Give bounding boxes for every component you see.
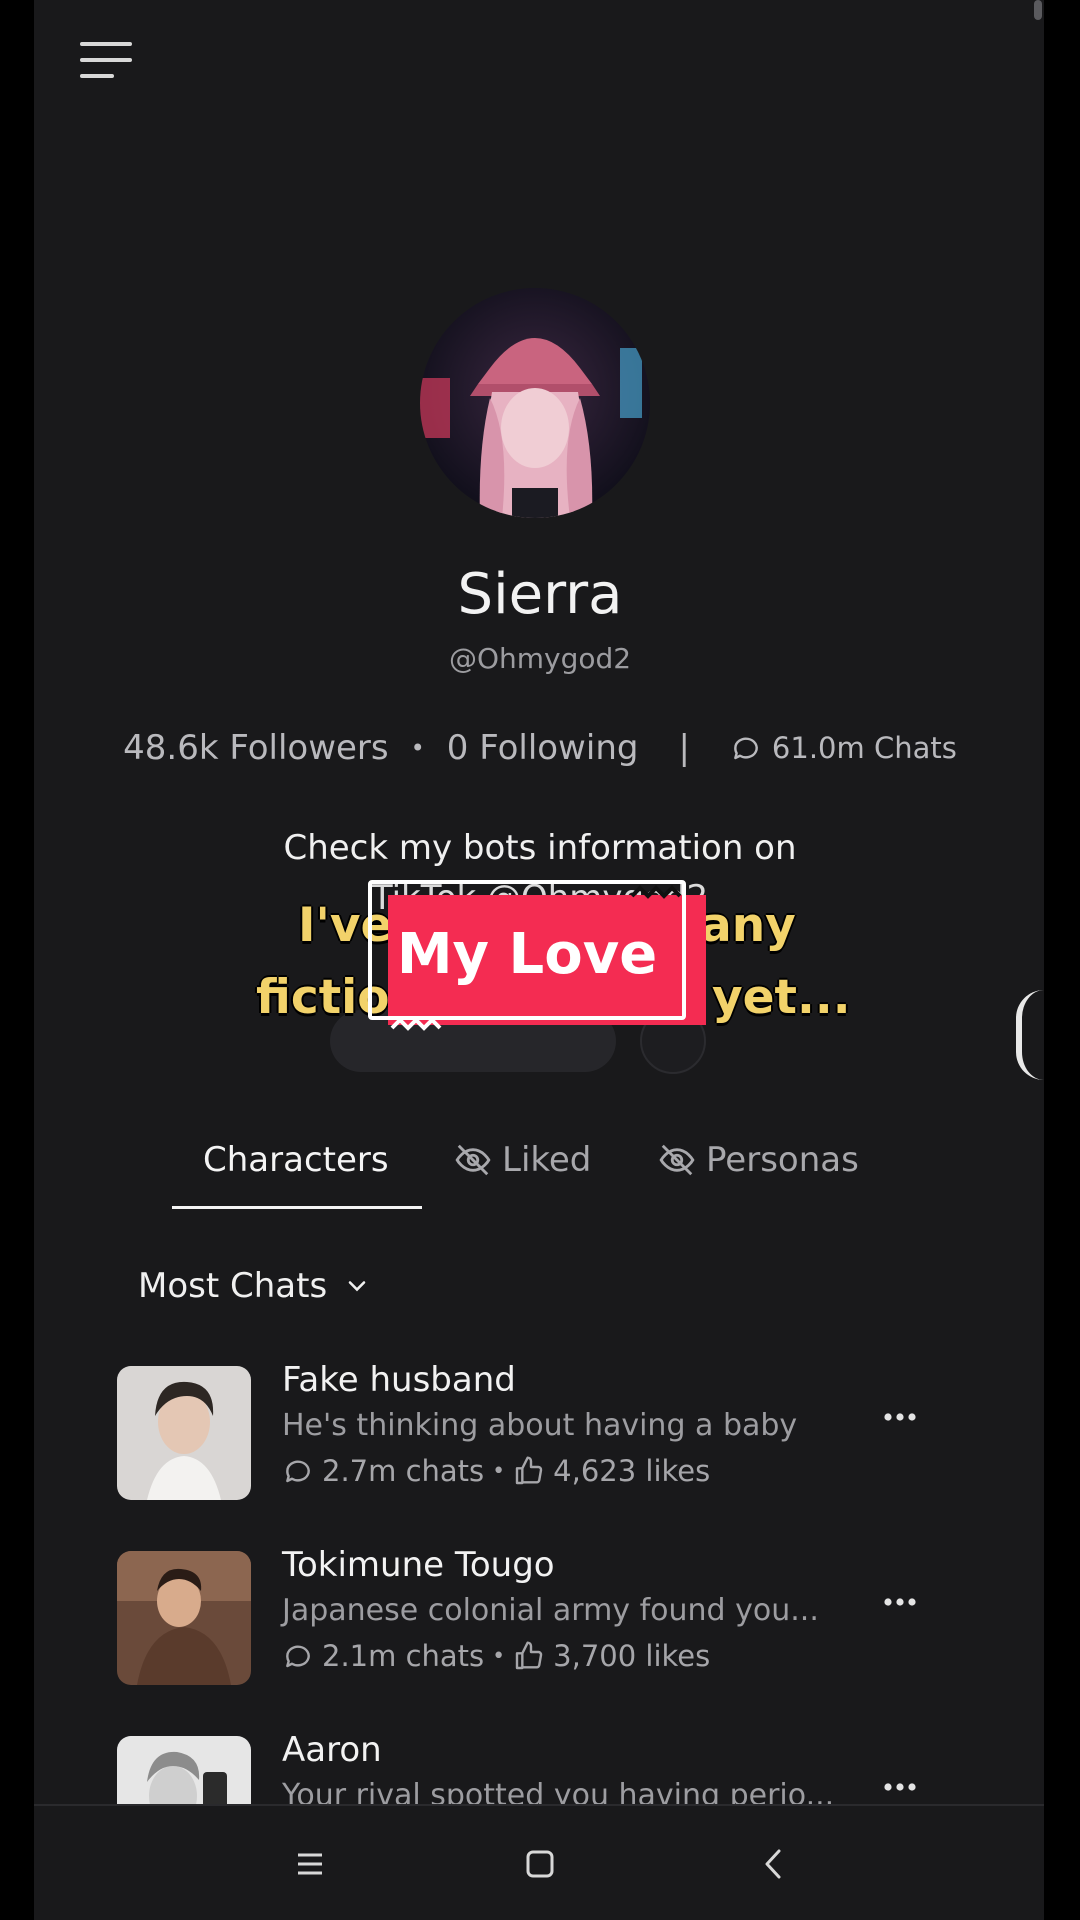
character-stats: 2.7m chats • 4,623 likes	[282, 1454, 710, 1488]
profile-name: Sierra	[457, 562, 623, 627]
back-icon[interactable]	[754, 1844, 794, 1884]
character-likes: 3,700 likes	[553, 1639, 711, 1673]
separator-bar: |	[678, 728, 690, 768]
eye-off-icon	[659, 1144, 695, 1176]
sort-dropdown[interactable]: Most Chats	[138, 1266, 371, 1306]
side-gesture-indicator	[1016, 990, 1044, 1080]
chat-bubble-icon	[734, 737, 758, 760]
tab-personas[interactable]: Personas	[658, 1140, 859, 1180]
character-likes: 4,623 likes	[553, 1454, 711, 1488]
profile-bio: Check my bots information on	[283, 828, 797, 868]
menu-icon-bar	[80, 74, 114, 78]
more-icon[interactable]	[880, 1772, 920, 1802]
tab-characters[interactable]: Characters	[203, 1140, 389, 1180]
caption-text: any	[700, 898, 796, 953]
profile-tabs: Characters Liked Personas	[0, 1140, 1080, 1210]
thumbs-up-icon	[515, 1456, 543, 1485]
character-image	[117, 1366, 251, 1500]
menu-icon	[80, 42, 132, 46]
character-title: Aaron	[282, 1730, 382, 1770]
character-thumbnail	[117, 1366, 251, 1500]
tab-active-indicator	[172, 1206, 422, 1209]
chevron-down-icon	[348, 1281, 366, 1292]
character-thumbnail	[117, 1736, 251, 1804]
character-image	[117, 1736, 251, 1804]
avatar[interactable]	[420, 288, 650, 518]
list-item[interactable]: Aaron Your rival spotted you having peri…	[0, 1730, 1080, 1804]
character-stats: 2.1m chats • 3,700 likes	[282, 1639, 710, 1673]
menu-icon-bar	[80, 58, 132, 62]
character-chats: 2.1m chats	[322, 1639, 485, 1673]
profile-stats: 48.6k Followers • 0 Following | 61.0m Ch…	[0, 728, 1080, 768]
character-list: Fake husband He's thinking about having …	[0, 1360, 1080, 1804]
character-title: Fake husband	[282, 1360, 516, 1400]
scrollbar[interactable]	[1034, 0, 1042, 20]
eye-off-icon	[455, 1144, 491, 1176]
separator-dot: •	[492, 1643, 506, 1669]
tab-liked[interactable]: Liked	[454, 1140, 591, 1180]
character-title: Tokimune Tougo	[282, 1545, 555, 1585]
chat-bubble-icon	[286, 1460, 310, 1483]
character-description: Japanese colonial army found you...	[282, 1593, 819, 1628]
sort-label: Most Chats	[138, 1266, 328, 1306]
zigzag-decoration	[630, 885, 682, 899]
character-image	[117, 1551, 251, 1685]
more-icon[interactable]	[880, 1587, 920, 1617]
tab-label: Personas	[706, 1140, 859, 1180]
caption-text: yet...	[712, 970, 851, 1025]
tab-label: Characters	[203, 1140, 389, 1180]
menu-button[interactable]	[80, 40, 134, 80]
character-description: He's thinking about having a baby	[282, 1408, 798, 1443]
chats-count-label: 61.0m Chats	[771, 731, 957, 765]
chat-bubble-icon	[286, 1645, 310, 1668]
character-thumbnail	[117, 1551, 251, 1685]
home-icon[interactable]	[520, 1844, 560, 1884]
character-chats: 2.7m chats	[322, 1454, 485, 1488]
list-item[interactable]: Tokimune Tougo Japanese colonial army fo…	[0, 1545, 1080, 1685]
character-description: Your rival spotted you having perio...	[282, 1778, 835, 1804]
separator-dot: •	[492, 1458, 506, 1484]
chats-count: 61.0m Chats	[730, 731, 957, 765]
thumbs-up-icon	[515, 1641, 543, 1670]
system-nav-bar	[34, 1804, 1044, 1920]
profile-handle: @Ohmygod2	[448, 642, 632, 675]
followers-count[interactable]: 48.6k Followers	[123, 728, 388, 768]
following-count[interactable]: 0 Following	[447, 728, 639, 768]
list-item[interactable]: Fake husband He's thinking about having …	[0, 1360, 1080, 1500]
zigzag-decoration	[390, 1017, 442, 1031]
recents-icon[interactable]	[290, 1844, 330, 1884]
sticker-text: My Love	[396, 922, 658, 987]
avatar-image	[420, 288, 650, 518]
separator-dot: •	[410, 734, 425, 762]
more-icon[interactable]	[880, 1402, 920, 1432]
tab-label: Liked	[502, 1140, 592, 1180]
